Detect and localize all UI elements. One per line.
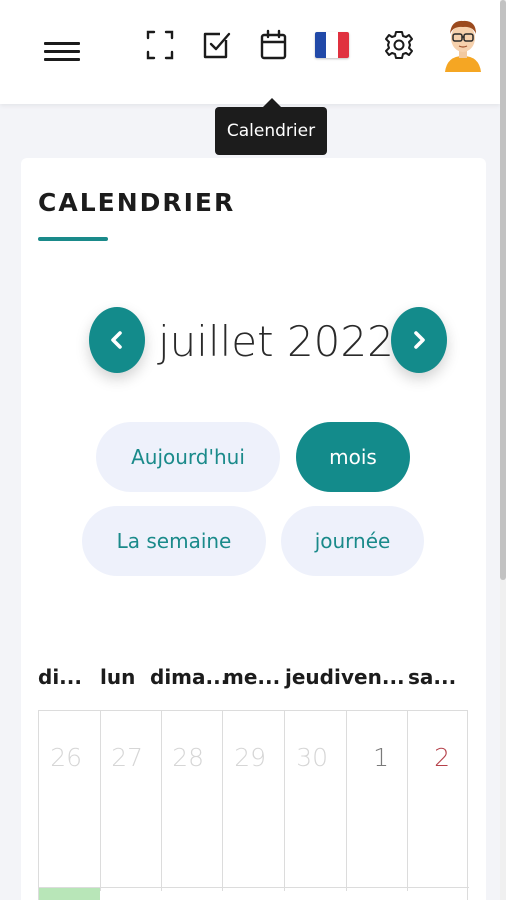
next-month-button[interactable]	[391, 307, 447, 373]
menu-icon[interactable]	[44, 38, 82, 66]
weekday-saturday: sa...	[408, 665, 457, 689]
day-cell[interactable]: 26	[39, 711, 101, 891]
day-cell[interactable]: 29	[223, 711, 285, 891]
day-number: 1	[373, 743, 389, 772]
scrollbar-thumb[interactable]	[500, 0, 506, 580]
month-label: juillet 2022	[158, 317, 394, 366]
fullscreen-icon[interactable]	[145, 28, 175, 62]
day-cell[interactable]: 2	[408, 711, 468, 891]
weekday-tuesday: dima...	[150, 665, 229, 689]
day-view-button[interactable]: journée	[281, 506, 424, 576]
weekday-wednesday: me...	[223, 665, 281, 689]
weekday-friday: ven...	[341, 665, 405, 689]
day-number: 28	[172, 743, 204, 772]
day-cell[interactable]: 30	[285, 711, 347, 891]
weekday-monday: lun	[100, 665, 136, 689]
previous-month-button[interactable]	[89, 307, 145, 373]
title-underline	[38, 237, 108, 241]
day-number: 29	[234, 743, 266, 772]
day-cell[interactable]: 27	[101, 711, 162, 891]
page-title: CALENDRIER	[38, 188, 236, 217]
calendar-tooltip: Calendrier	[215, 98, 327, 155]
day-number: 26	[50, 743, 82, 772]
settings-icon[interactable]	[384, 28, 414, 62]
top-bar	[0, 0, 500, 104]
today-highlight-cell[interactable]	[39, 888, 100, 900]
weekday-thursday: jeudi	[285, 665, 341, 689]
chevron-left-icon	[111, 331, 122, 349]
today-button[interactable]: Aujourd'hui	[96, 422, 280, 492]
day-cell[interactable]: 1	[347, 711, 408, 891]
calendar-grid: 26 27 28 29 30 1 2	[38, 710, 469, 900]
day-number: 27	[111, 743, 143, 772]
weekday-sunday: di...	[38, 665, 82, 689]
day-number: 30	[296, 743, 328, 772]
day-cell[interactable]: 28	[162, 711, 223, 891]
calendar-icon[interactable]	[259, 28, 289, 62]
month-view-button[interactable]: mois	[296, 422, 410, 492]
task-check-icon[interactable]	[202, 28, 232, 62]
calendar-week-row	[39, 887, 469, 900]
week-view-button[interactable]: La semaine	[82, 506, 266, 576]
day-number: 2	[434, 743, 450, 772]
weekday-header-row: di... lun dima... me... jeudi ven... sa.…	[38, 665, 468, 695]
chevron-right-icon	[414, 331, 425, 349]
user-avatar[interactable]	[443, 16, 483, 72]
flag-fr-icon[interactable]	[315, 32, 349, 58]
